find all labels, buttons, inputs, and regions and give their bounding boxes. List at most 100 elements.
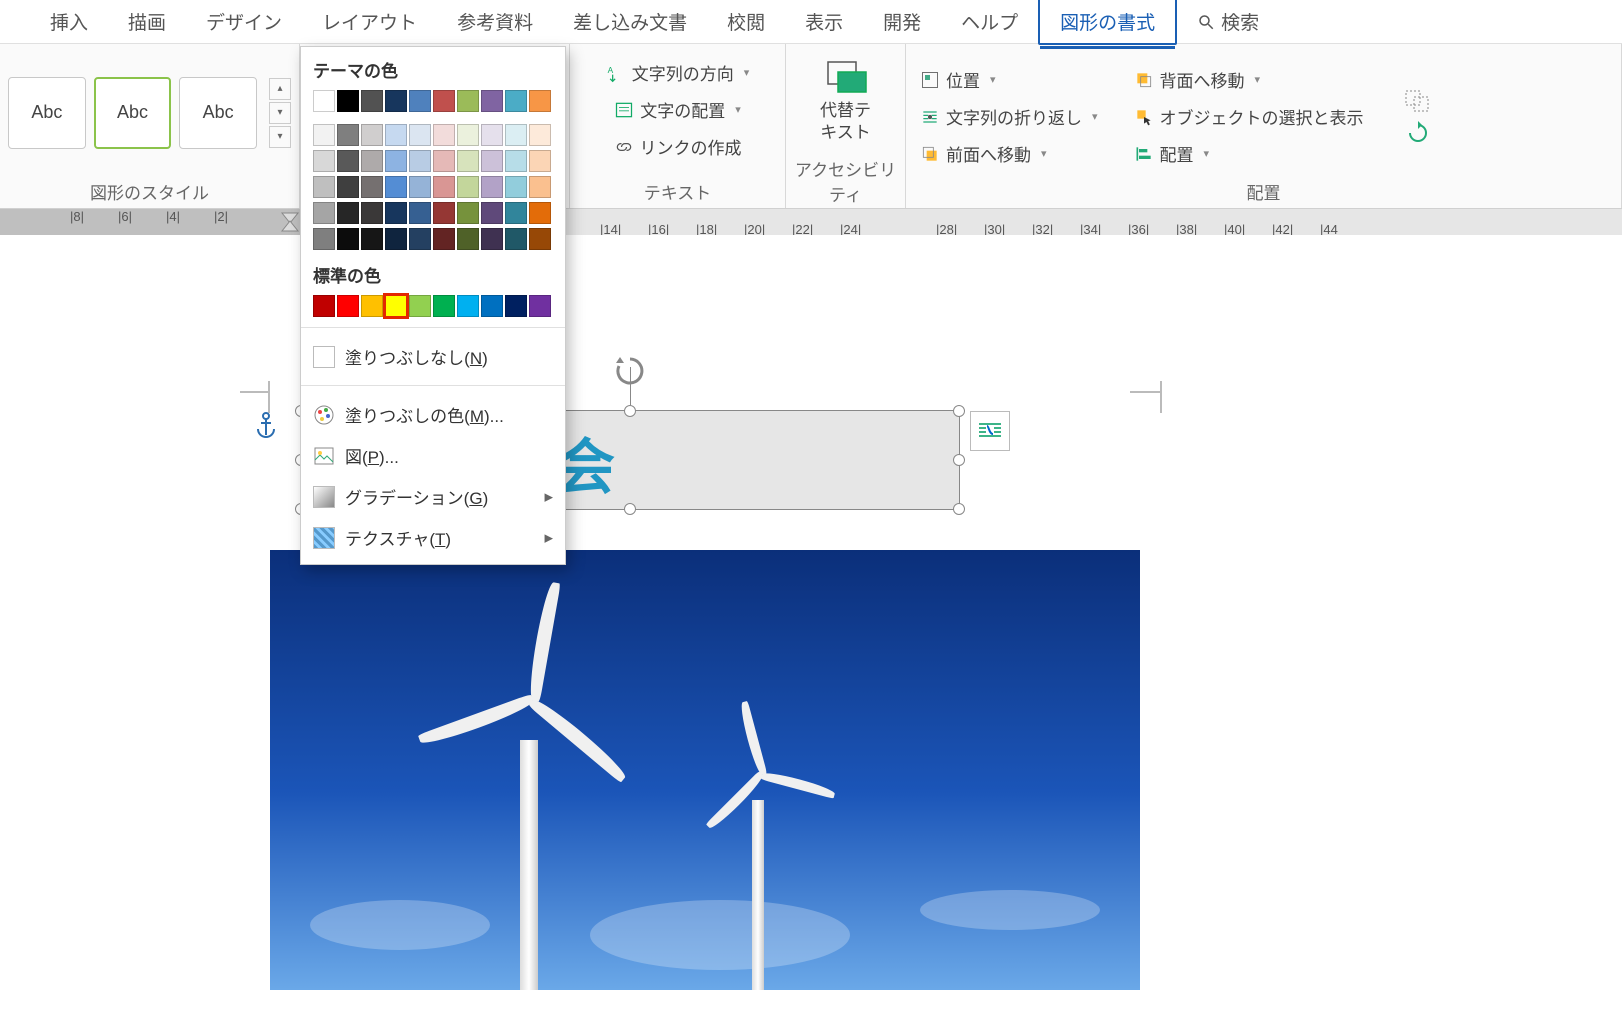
tab-references[interactable]: 参考資料 <box>437 0 553 43</box>
color-swatch[interactable] <box>481 124 503 146</box>
color-swatch[interactable] <box>313 90 335 112</box>
color-swatch[interactable] <box>337 176 359 198</box>
create-link-button[interactable]: リンクの作成 <box>608 132 748 161</box>
color-swatch[interactable] <box>313 228 335 250</box>
resize-handle-r[interactable] <box>953 454 965 466</box>
color-swatch[interactable] <box>505 202 527 224</box>
color-swatch[interactable] <box>433 90 455 112</box>
color-swatch[interactable] <box>433 202 455 224</box>
color-swatch[interactable] <box>505 150 527 172</box>
tab-help[interactable]: ヘルプ <box>941 0 1038 43</box>
color-swatch[interactable] <box>313 150 335 172</box>
tab-shape-format[interactable]: 図形の書式 <box>1038 0 1177 45</box>
style-down-button[interactable]: ▾ <box>269 102 291 124</box>
color-swatch[interactable] <box>529 176 551 198</box>
color-swatch[interactable] <box>385 228 407 250</box>
tab-design[interactable]: デザイン <box>186 0 302 43</box>
color-swatch[interactable] <box>409 228 431 250</box>
color-swatch[interactable] <box>385 295 407 317</box>
color-swatch[interactable] <box>409 202 431 224</box>
color-swatch[interactable] <box>409 90 431 112</box>
resize-handle-br[interactable] <box>953 503 965 515</box>
color-swatch[interactable] <box>385 176 407 198</box>
color-swatch[interactable] <box>457 90 479 112</box>
horizontal-ruler[interactable]: |8| |6| |4| |2| |14| |16| |18| |20| |22|… <box>0 209 1622 235</box>
color-swatch[interactable] <box>481 202 503 224</box>
color-swatch[interactable] <box>529 124 551 146</box>
tab-view[interactable]: 表示 <box>785 0 863 43</box>
tab-mailings[interactable]: 差し込み文書 <box>553 0 707 43</box>
resize-handle-t[interactable] <box>624 405 636 417</box>
color-swatch[interactable] <box>361 295 383 317</box>
color-swatch[interactable] <box>481 150 503 172</box>
group-objects-icon[interactable] <box>1404 89 1432 113</box>
color-swatch[interactable] <box>361 176 383 198</box>
alt-text-button[interactable]: 代替テ キスト <box>794 50 897 152</box>
color-swatch[interactable] <box>481 228 503 250</box>
color-swatch[interactable] <box>529 90 551 112</box>
tab-draw[interactable]: 描画 <box>108 0 186 43</box>
color-swatch[interactable] <box>433 124 455 146</box>
color-swatch[interactable] <box>505 228 527 250</box>
selection-pane-button[interactable]: オブジェクトの選択と表示 <box>1128 102 1370 131</box>
tab-review[interactable]: 校閲 <box>707 0 785 43</box>
color-swatch[interactable] <box>457 124 479 146</box>
tab-layout[interactable]: レイアウト <box>302 0 437 43</box>
color-swatch[interactable] <box>409 150 431 172</box>
tab-developer[interactable]: 開発 <box>863 0 941 43</box>
style-preset-3[interactable]: Abc <box>179 77 257 149</box>
color-swatch[interactable] <box>313 176 335 198</box>
color-swatch[interactable] <box>313 124 335 146</box>
color-swatch[interactable] <box>337 150 359 172</box>
color-swatch[interactable] <box>385 202 407 224</box>
style-gallery-spinner[interactable]: ▴ ▾ ▾ <box>269 78 291 148</box>
text-wrap-button[interactable]: 文字列の折り返し <box>914 102 1104 131</box>
rotation-handle[interactable] <box>612 353 648 389</box>
color-swatch[interactable] <box>529 150 551 172</box>
color-swatch[interactable] <box>505 90 527 112</box>
color-swatch[interactable] <box>361 150 383 172</box>
color-swatch[interactable] <box>385 124 407 146</box>
bring-forward-button[interactable]: 前面へ移動 <box>914 139 1104 168</box>
layout-options-button[interactable] <box>970 411 1010 451</box>
color-swatch[interactable] <box>361 228 383 250</box>
rotate-objects-icon[interactable] <box>1404 121 1432 145</box>
color-swatch[interactable] <box>505 124 527 146</box>
color-swatch[interactable] <box>457 176 479 198</box>
position-button[interactable]: 位置 <box>914 65 1104 94</box>
color-swatch[interactable] <box>409 295 431 317</box>
color-swatch[interactable] <box>481 176 503 198</box>
color-swatch[interactable] <box>529 228 551 250</box>
more-fill-colors-item[interactable]: 塗りつぶしの色(M)... <box>301 394 565 435</box>
no-fill-item[interactable]: 塗りつぶしなし(N) <box>301 336 565 377</box>
align-objects-button[interactable]: 配置 <box>1128 139 1370 168</box>
document-area[interactable]: 電所見学会 <box>0 235 1622 962</box>
text-direction-button[interactable]: A 文字列の方向 <box>600 58 756 87</box>
color-swatch[interactable] <box>337 90 359 112</box>
color-swatch[interactable] <box>481 90 503 112</box>
tab-insert[interactable]: 挿入 <box>30 0 108 43</box>
align-text-button[interactable]: 文字の配置 <box>608 95 747 124</box>
gradient-fill-item[interactable]: グラデーション(G) ▸ <box>301 476 565 517</box>
color-swatch[interactable] <box>433 176 455 198</box>
picture-fill-item[interactable]: 図(P)... <box>301 435 565 476</box>
resize-handle-tr[interactable] <box>953 405 965 417</box>
color-swatch[interactable] <box>457 150 479 172</box>
color-swatch[interactable] <box>361 202 383 224</box>
resize-handle-b[interactable] <box>624 503 636 515</box>
style-more-button[interactable]: ▾ <box>269 126 291 148</box>
ruler-indent-marker[interactable] <box>280 209 300 235</box>
color-swatch[interactable] <box>313 202 335 224</box>
texture-fill-item[interactable]: テクスチャ(T) ▸ <box>301 517 565 558</box>
color-swatch[interactable] <box>409 176 431 198</box>
color-swatch[interactable] <box>361 124 383 146</box>
color-swatch[interactable] <box>505 295 527 317</box>
color-swatch[interactable] <box>457 228 479 250</box>
color-swatch[interactable] <box>529 295 551 317</box>
style-up-button[interactable]: ▴ <box>269 78 291 100</box>
color-swatch[interactable] <box>313 295 335 317</box>
color-swatch[interactable] <box>361 90 383 112</box>
color-swatch[interactable] <box>481 295 503 317</box>
style-preset-2[interactable]: Abc <box>94 77 172 149</box>
color-swatch[interactable] <box>457 295 479 317</box>
